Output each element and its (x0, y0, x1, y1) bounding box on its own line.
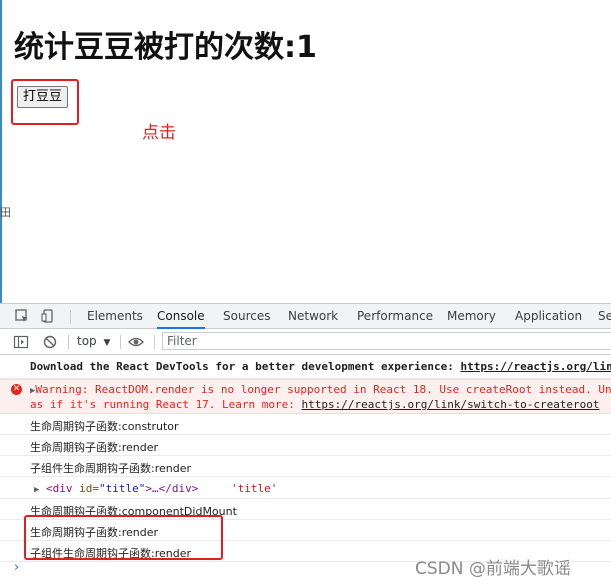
window-left-edge (0, 0, 2, 305)
log-constructor: 生命周期钩子函数:construtor (30, 420, 179, 433)
chevron-down-icon: ▼ (103, 338, 111, 348)
console-log-row: 生命周期钩子函数:render (0, 435, 611, 456)
tab-sources[interactable]: Sources (223, 304, 270, 329)
tab-application[interactable]: Application (515, 304, 582, 329)
tab-elements[interactable]: Elements (87, 304, 143, 329)
console-toolbar: top ▼ (0, 329, 611, 355)
createroot-link[interactable]: https://reactjs.org/link/switch-to-creat… (302, 398, 600, 411)
tab-performance[interactable]: Performance (357, 304, 433, 329)
console-info-message: Download the React DevTools for a better… (0, 355, 611, 379)
live-expression-eye-icon[interactable] (128, 334, 144, 350)
filter-input[interactable] (162, 332, 611, 350)
console-warning-message: ✕ ▶Warning: ReactDOM.render is no longer… (0, 379, 611, 414)
inspect-element-icon[interactable] (14, 308, 30, 324)
annotation-box-logs (24, 515, 223, 560)
tab-console[interactable]: Console (157, 304, 205, 329)
csdn-watermark: CSDN @前端大歌谣 (415, 559, 571, 579)
log-title-string: 'title' (231, 482, 278, 495)
device-toolbar-icon[interactable] (40, 308, 56, 324)
console-log-row: ▶ <div id="title">…</div> 'title' (0, 477, 611, 499)
react-devtools-link[interactable]: https://reactjs.org/lin (460, 360, 611, 373)
context-selector[interactable]: top ▼ (77, 334, 110, 348)
tab-memory[interactable]: Memory (447, 304, 496, 329)
tabbar-separator (70, 310, 71, 324)
context-value: top (77, 334, 97, 348)
click-annotation: 点击 (142, 123, 176, 143)
console-log-row: 子组件生命周期钩子函数:render (0, 456, 611, 477)
info-text: Download the React DevTools for a better… (30, 360, 461, 373)
tab-network[interactable]: Network (288, 304, 338, 329)
toolbar-separator (120, 335, 121, 349)
toolbar-separator (68, 335, 69, 349)
toolbar-separator (154, 335, 155, 349)
console-prompt-icon[interactable]: › (14, 560, 19, 575)
clear-console-icon[interactable] (42, 334, 58, 350)
error-icon: ✕ (11, 384, 22, 395)
devtools-tabbar: Elements Console Sources Network Perform… (0, 303, 611, 329)
show-sidebar-icon[interactable] (13, 334, 29, 350)
log-div-element[interactable]: ▶ <div id="title">…</div> 'title' (34, 482, 277, 495)
edge-glyph: 田 (0, 206, 11, 219)
log-render: 生命周期钩子函数:render (30, 441, 158, 454)
warning-line-2: as if it's running React 17. Learn more: (30, 398, 302, 411)
page-title: 统计豆豆被打的次数:1 (14, 30, 317, 65)
tab-security[interactable]: Se (598, 304, 611, 329)
expand-triangle-icon[interactable]: ▶ (34, 485, 39, 495)
console-log-row: 生命周期钩子函数:construtor (0, 414, 611, 435)
log-child-render: 子组件生命周期钩子函数:render (30, 462, 191, 475)
warning-line-1: Warning: ReactDOM.render is no longer su… (35, 383, 611, 396)
annotation-box-button (11, 79, 79, 125)
